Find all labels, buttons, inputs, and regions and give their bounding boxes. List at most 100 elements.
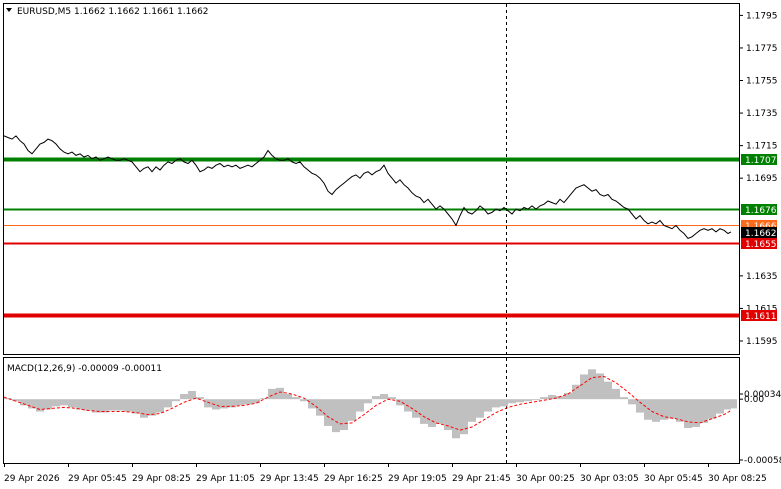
- price-tick-label: 1.1775: [746, 44, 778, 54]
- macd-histogram-bar: [708, 399, 716, 419]
- price-tick-label: 1.1695: [746, 174, 778, 184]
- macd-histogram-bar: [116, 399, 124, 411]
- macd-histogram-bar: [700, 399, 708, 423]
- time-tick-label: 29 Apr 13:45: [260, 474, 319, 484]
- time-tick-label: 29 Apr 21:45: [452, 474, 511, 484]
- symbol-header: EURUSD,M5 1.1662 1.1662 1.1661 1.1662: [17, 7, 209, 17]
- macd-histogram-bar: [364, 399, 372, 404]
- support-2-badge-label: 1.1611: [745, 312, 777, 322]
- macd-histogram-bar: [484, 399, 492, 412]
- price-tick-label: 1.1735: [746, 109, 778, 119]
- macd-histogram-bar: [604, 381, 612, 400]
- macd-histogram-bar: [436, 399, 444, 424]
- macd-histogram-bar: [388, 397, 396, 400]
- macd-histogram-bar: [532, 399, 540, 401]
- macd-histogram-bar: [372, 396, 380, 400]
- mt-chart-window: 1.1795 1.1775 1.1755 1.1735 1.1715 1.1695 1.16…: [0, 0, 781, 489]
- macd-histogram-bar: [476, 399, 484, 418]
- time-tick-label: 29 Apr 11:05: [196, 474, 255, 484]
- macd-histogram-bar: [348, 399, 356, 421]
- resistance-2-badge-label: 1.1676: [745, 206, 777, 216]
- time-axis: 29 Apr 2026 29 Apr 05:45 29 Apr 08:25 29 Ap…: [4, 463, 767, 484]
- macd-histogram-bar: [108, 399, 116, 411]
- macd-histogram-bar: [628, 399, 636, 405]
- macd-histogram-bar: [452, 399, 460, 439]
- macd-histogram-bar: [684, 399, 692, 428]
- macd-histogram-bar: [84, 399, 92, 411]
- price-pane-frame: [3, 3, 740, 355]
- macd-histogram-bar: [676, 399, 684, 422]
- macd-tick-label: 0.00: [744, 395, 764, 405]
- time-tick-label: 29 Apr 19:05: [388, 474, 447, 484]
- macd-histogram-bar: [428, 399, 436, 427]
- current-price-badge-label: 1.1662: [745, 229, 777, 239]
- macd-histogram-bar: [412, 399, 420, 418]
- time-tick-label: 30 Apr 08:25: [708, 474, 767, 484]
- macd-histogram-bar: [644, 399, 652, 420]
- macd-histogram-bar: [332, 399, 340, 433]
- macd-histogram-bar: [380, 394, 388, 400]
- time-tick-label: 29 Apr 08:25: [132, 474, 191, 484]
- macd-histogram-bar: [500, 399, 508, 407]
- macd-histogram-bar: [196, 397, 204, 400]
- macd-histogram-bar: [652, 399, 660, 422]
- macd-histogram-bar: [668, 399, 676, 419]
- macd-histogram-bar: [44, 399, 52, 410]
- macd-histogram-bar: [60, 399, 68, 406]
- macd-histogram-bar: [76, 399, 84, 410]
- time-tick-label: 29 Apr 05:45: [68, 474, 127, 484]
- price-tick-label: 1.1755: [746, 77, 778, 87]
- macd-histogram-bar: [716, 399, 724, 414]
- macd-histogram-bar: [148, 399, 156, 416]
- macd-histogram-bar: [164, 399, 172, 408]
- macd-histogram-bar: [612, 388, 620, 400]
- macd-histogram-bar: [636, 399, 644, 413]
- macd-histogram-bar: [588, 369, 596, 400]
- time-tick-label: 30 Apr 05:45: [644, 474, 703, 484]
- macd-histogram-bar: [244, 399, 252, 405]
- macd-histogram-bar: [140, 399, 148, 418]
- macd-histogram-bar: [620, 397, 628, 400]
- time-tick-label: 30 Apr 00:25: [516, 474, 575, 484]
- macd-histogram-bar: [100, 399, 108, 413]
- macd-histogram-bar: [300, 399, 308, 402]
- support-1-badge-label: 1.1655: [745, 240, 777, 250]
- macd-histogram-bar: [340, 399, 348, 431]
- macd-histogram-bar: [396, 399, 404, 406]
- macd-histogram-bar: [204, 399, 212, 408]
- macd-label: MACD(12,26,9) -0.00009 -0.00011: [7, 364, 162, 374]
- price-tick-label: 1.1795: [746, 11, 778, 21]
- time-tick-label: 29 Apr 16:25: [324, 474, 383, 484]
- macd-histogram-bar: [524, 399, 532, 402]
- macd-histogram-bar: [516, 399, 524, 403]
- price-tick-label: 1.1635: [746, 272, 778, 282]
- macd-histogram-bar: [284, 394, 292, 400]
- price-tick-label: 1.1595: [746, 337, 778, 347]
- chart-canvas[interactable]: 1.1795 1.1775 1.1755 1.1735 1.1715 1.1695 1.16…: [0, 0, 781, 489]
- macd-histogram-bar: [28, 399, 36, 409]
- macd-histogram-bar: [52, 399, 60, 407]
- macd-histogram-bar: [540, 397, 548, 400]
- macd-histogram-bar: [724, 399, 731, 410]
- macd-histogram-bar: [236, 399, 244, 406]
- price-tick-label: 1.1715: [746, 142, 778, 152]
- macd-histogram-bar: [220, 399, 228, 409]
- macd-histogram-bar: [260, 398, 268, 400]
- macd-histogram-bar: [508, 399, 516, 404]
- macd-histogram-bar: [188, 390, 196, 400]
- macd-axis: 0.000340.00-0.00058: [739, 390, 781, 466]
- resistance-1-badge-label: 1.1707: [745, 156, 777, 166]
- macd-histogram-bar: [172, 399, 180, 402]
- macd-histogram-bar: [468, 399, 476, 422]
- macd-histogram-bar: [460, 399, 468, 435]
- macd-histogram-bar: [356, 399, 364, 412]
- macd-histogram-bar: [404, 399, 412, 412]
- macd-histogram-bar: [180, 394, 188, 400]
- macd-histogram-bar: [492, 399, 500, 408]
- macd-histogram-bar: [252, 399, 260, 404]
- macd-tick-label: -0.00058: [744, 456, 781, 466]
- time-tick-label: 30 Apr 03:05: [580, 474, 639, 484]
- macd-histogram-bar: [68, 399, 76, 408]
- macd-histogram-bar: [132, 399, 140, 414]
- macd-histogram-bar: [292, 397, 300, 400]
